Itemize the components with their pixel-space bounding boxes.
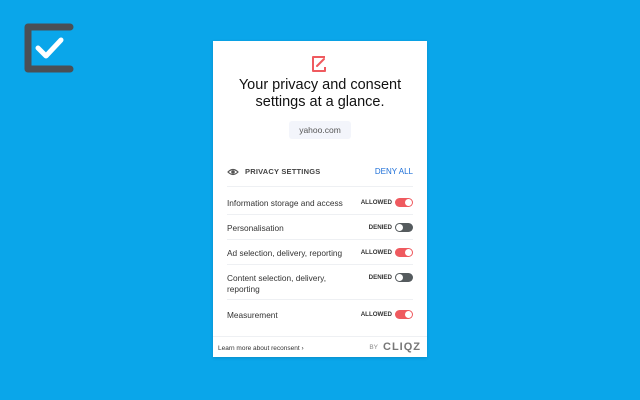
- status-text: ALLOWED: [360, 311, 392, 318]
- checkmark-logo-icon: [24, 23, 74, 73]
- title-line-1: Your privacy and consent: [238, 77, 402, 93]
- popup-title: Your privacy and consent settings at a g…: [213, 77, 427, 111]
- title-line-2: settings at a glance.: [255, 94, 385, 110]
- consent-popup: Your privacy and consent settings at a g…: [213, 41, 427, 357]
- consent-toggle[interactable]: [395, 273, 413, 282]
- learn-more-link[interactable]: Learn more about reconsent ›: [218, 345, 304, 352]
- edit-logo-icon: [312, 56, 326, 72]
- section-title: PRIVACY SETTINGS: [245, 167, 321, 176]
- status-text: ALLOWED: [360, 249, 392, 256]
- brand-logo: CLIQZ: [383, 341, 421, 353]
- row-label-line-1: Content selection, delivery,: [227, 273, 326, 283]
- row-label: Measurement: [227, 310, 278, 320]
- domain-badge: yahoo.com: [289, 121, 351, 139]
- consent-toggle[interactable]: [395, 198, 413, 207]
- deny-all-button[interactable]: DENY ALL: [375, 167, 413, 176]
- consent-toggle[interactable]: [395, 248, 413, 257]
- row-label: Information storage and access: [227, 198, 343, 208]
- status-text: DENIED: [368, 224, 392, 231]
- consent-row-measurement: Measurement ALLOWED: [227, 299, 413, 329]
- consent-row-personalisation: Personalisation DENIED: [227, 214, 413, 239]
- row-label: Ad selection, delivery, reporting: [227, 248, 343, 258]
- consent-row-ad-selection: Ad selection, delivery, reporting ALLOWE…: [227, 239, 413, 264]
- consent-toggle[interactable]: [395, 223, 413, 232]
- row-label-line-2: reporting: [227, 283, 260, 294]
- row-label: Personalisation: [227, 223, 284, 233]
- popup-footer: Learn more about reconsent › BY CLIQZ: [213, 336, 427, 358]
- row-label: Content selection, delivery, reporting: [227, 273, 326, 294]
- privacy-settings-header: PRIVACY SETTINGS DENY ALL: [227, 166, 413, 178]
- eye-icon: [227, 168, 239, 176]
- status-text: ALLOWED: [360, 199, 392, 206]
- by-label: BY: [369, 344, 378, 351]
- consent-row-information-storage: Information storage and access ALLOWED: [227, 186, 413, 214]
- consent-toggle[interactable]: [395, 310, 413, 319]
- status-text: DENIED: [368, 274, 392, 281]
- consent-row-content-selection: Content selection, delivery, reporting D…: [227, 264, 413, 299]
